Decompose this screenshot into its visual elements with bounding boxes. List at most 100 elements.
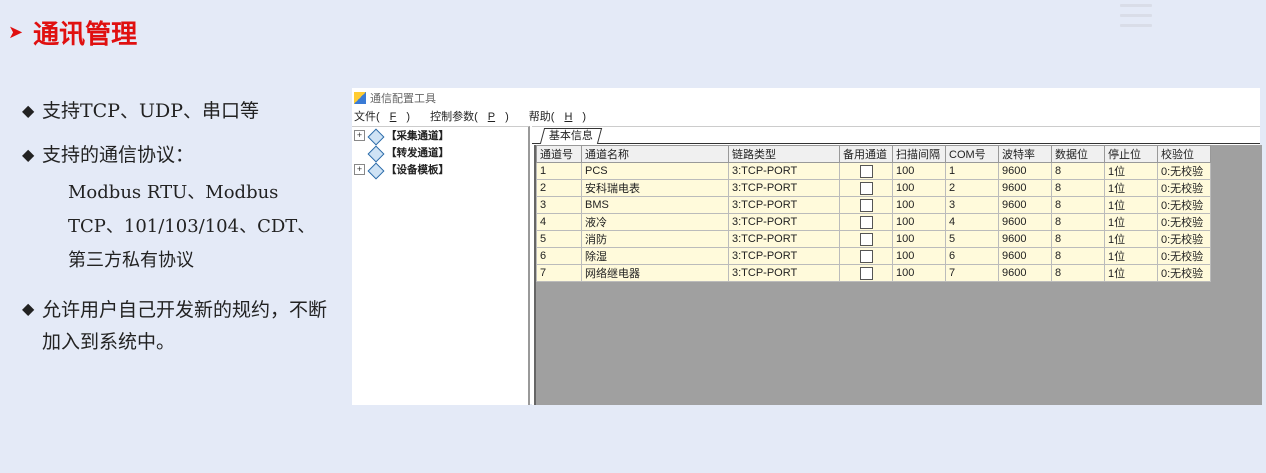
table-cell-id[interactable]: 1	[536, 162, 582, 180]
menu-help[interactable]: 帮助(H)	[529, 108, 596, 124]
table-cell-scan[interactable]: 100	[892, 247, 946, 265]
table-cell-databits[interactable]: 8	[1051, 230, 1105, 248]
table-cell-parity[interactable]: 0:无校验	[1157, 179, 1211, 197]
table-cell-name[interactable]: 消防	[581, 230, 729, 248]
table-cell-stopbits[interactable]: 1位	[1104, 230, 1158, 248]
table-cell-stopbits[interactable]: 1位	[1104, 247, 1158, 265]
table-cell-link[interactable]: 3:TCP-PORT	[728, 162, 840, 180]
table-row[interactable]: 1 PCS 3:TCP-PORT 100 1 9600 8 1位 0:无校验	[536, 162, 1211, 180]
table-cell-backup[interactable]	[839, 213, 893, 231]
table-cell-name[interactable]: 除湿	[581, 247, 729, 265]
column-header[interactable]: 校验位	[1157, 145, 1211, 163]
column-header[interactable]: 数据位	[1051, 145, 1105, 163]
table-cell-parity[interactable]: 0:无校验	[1157, 264, 1211, 282]
table-cell-backup[interactable]	[839, 196, 893, 214]
table-cell-backup[interactable]	[839, 230, 893, 248]
expand-icon[interactable]: +	[354, 164, 365, 175]
table-cell-name[interactable]: BMS	[581, 196, 729, 214]
table-cell-parity[interactable]: 0:无校验	[1157, 162, 1211, 180]
column-header[interactable]: 波特率	[998, 145, 1052, 163]
table-cell-backup[interactable]	[839, 179, 893, 197]
table-cell-databits[interactable]: 8	[1051, 196, 1105, 214]
table-cell-scan[interactable]: 100	[892, 213, 946, 231]
table-cell-scan[interactable]: 100	[892, 179, 946, 197]
table-cell-id[interactable]: 5	[536, 230, 582, 248]
table-cell-name[interactable]: 液冷	[581, 213, 729, 231]
tab-basic-info[interactable]: 基本信息	[539, 128, 603, 144]
table-row[interactable]: 6 除湿 3:TCP-PORT 100 6 9600 8 1位 0:无校验	[536, 247, 1211, 265]
table-cell-databits[interactable]: 8	[1051, 264, 1105, 282]
table-cell-name[interactable]: 安科瑞电表	[581, 179, 729, 197]
table-cell-name[interactable]: 网络继电器	[581, 264, 729, 282]
table-cell-parity[interactable]: 0:无校验	[1157, 230, 1211, 248]
backup-checkbox[interactable]	[859, 164, 873, 178]
hamburger-icon[interactable]	[1120, 4, 1152, 34]
table-cell-scan[interactable]: 100	[892, 264, 946, 282]
table-cell-com[interactable]: 4	[945, 213, 999, 231]
column-header[interactable]: 停止位	[1104, 145, 1158, 163]
table-cell-id[interactable]: 3	[536, 196, 582, 214]
table-cell-name[interactable]: PCS	[581, 162, 729, 180]
table-row[interactable]: 2 安科瑞电表 3:TCP-PORT 100 2 9600 8 1位 0:无校验	[536, 179, 1211, 197]
table-cell-scan[interactable]: 100	[892, 162, 946, 180]
table-cell-parity[interactable]: 0:无校验	[1157, 196, 1211, 214]
column-header[interactable]: 通道号	[536, 145, 582, 163]
backup-checkbox[interactable]	[859, 249, 873, 263]
backup-checkbox[interactable]	[859, 198, 873, 212]
table-cell-id[interactable]: 2	[536, 179, 582, 197]
table-cell-com[interactable]: 5	[945, 230, 999, 248]
table-cell-backup[interactable]	[839, 247, 893, 265]
table-cell-id[interactable]: 7	[536, 264, 582, 282]
table-cell-databits[interactable]: 8	[1051, 247, 1105, 265]
table-cell-backup[interactable]	[839, 264, 893, 282]
table-cell-stopbits[interactable]: 1位	[1104, 213, 1158, 231]
table-cell-com[interactable]: 3	[945, 196, 999, 214]
menu-control-params[interactable]: 控制参数(P)	[430, 108, 519, 124]
table-cell-stopbits[interactable]: 1位	[1104, 162, 1158, 180]
table-cell-com[interactable]: 7	[945, 264, 999, 282]
table-cell-baud[interactable]: 9600	[998, 179, 1052, 197]
tree-item-collect-channel[interactable]: + 【采集通道】	[352, 127, 528, 144]
table-cell-link[interactable]: 3:TCP-PORT	[728, 213, 840, 231]
column-header[interactable]: 备用通道	[839, 145, 893, 163]
table-cell-parity[interactable]: 0:无校验	[1157, 213, 1211, 231]
column-header[interactable]: 扫描间隔	[892, 145, 946, 163]
table-cell-com[interactable]: 2	[945, 179, 999, 197]
table-cell-id[interactable]: 6	[536, 247, 582, 265]
column-header[interactable]: 通道名称	[581, 145, 729, 163]
backup-checkbox[interactable]	[859, 215, 873, 229]
table-cell-stopbits[interactable]: 1位	[1104, 264, 1158, 282]
table-cell-link[interactable]: 3:TCP-PORT	[728, 247, 840, 265]
table-row[interactable]: 5 消防 3:TCP-PORT 100 5 9600 8 1位 0:无校验	[536, 230, 1211, 248]
table-row[interactable]: 3 BMS 3:TCP-PORT 100 3 9600 8 1位 0:无校验	[536, 196, 1211, 214]
table-cell-databits[interactable]: 8	[1051, 162, 1105, 180]
expand-icon[interactable]: +	[354, 130, 365, 141]
table-cell-databits[interactable]: 8	[1051, 179, 1105, 197]
table-cell-baud[interactable]: 9600	[998, 264, 1052, 282]
table-cell-com[interactable]: 6	[945, 247, 999, 265]
table-cell-link[interactable]: 3:TCP-PORT	[728, 264, 840, 282]
table-cell-scan[interactable]: 100	[892, 196, 946, 214]
table-cell-databits[interactable]: 8	[1051, 213, 1105, 231]
menu-file[interactable]: 文件(F)	[354, 108, 420, 124]
table-cell-com[interactable]: 1	[945, 162, 999, 180]
backup-checkbox[interactable]	[859, 266, 873, 280]
column-header[interactable]: COM号	[945, 145, 999, 163]
table-cell-link[interactable]: 3:TCP-PORT	[728, 230, 840, 248]
table-cell-stopbits[interactable]: 1位	[1104, 196, 1158, 214]
table-cell-link[interactable]: 3:TCP-PORT	[728, 179, 840, 197]
table-cell-link[interactable]: 3:TCP-PORT	[728, 196, 840, 214]
table-cell-baud[interactable]: 9600	[998, 230, 1052, 248]
table-cell-parity[interactable]: 0:无校验	[1157, 247, 1211, 265]
tree-item-forward-channel[interactable]: 【转发通道】	[352, 144, 528, 161]
table-cell-baud[interactable]: 9600	[998, 213, 1052, 231]
table-cell-baud[interactable]: 9600	[998, 196, 1052, 214]
table-cell-scan[interactable]: 100	[892, 230, 946, 248]
column-header[interactable]: 链路类型	[728, 145, 840, 163]
backup-checkbox[interactable]	[859, 232, 873, 246]
tree-item-device-template[interactable]: + 【设备模板】	[352, 161, 528, 178]
table-cell-baud[interactable]: 9600	[998, 162, 1052, 180]
table-cell-stopbits[interactable]: 1位	[1104, 179, 1158, 197]
table-cell-id[interactable]: 4	[536, 213, 582, 231]
table-row[interactable]: 7 网络继电器 3:TCP-PORT 100 7 9600 8 1位 0:无校验	[536, 264, 1211, 282]
